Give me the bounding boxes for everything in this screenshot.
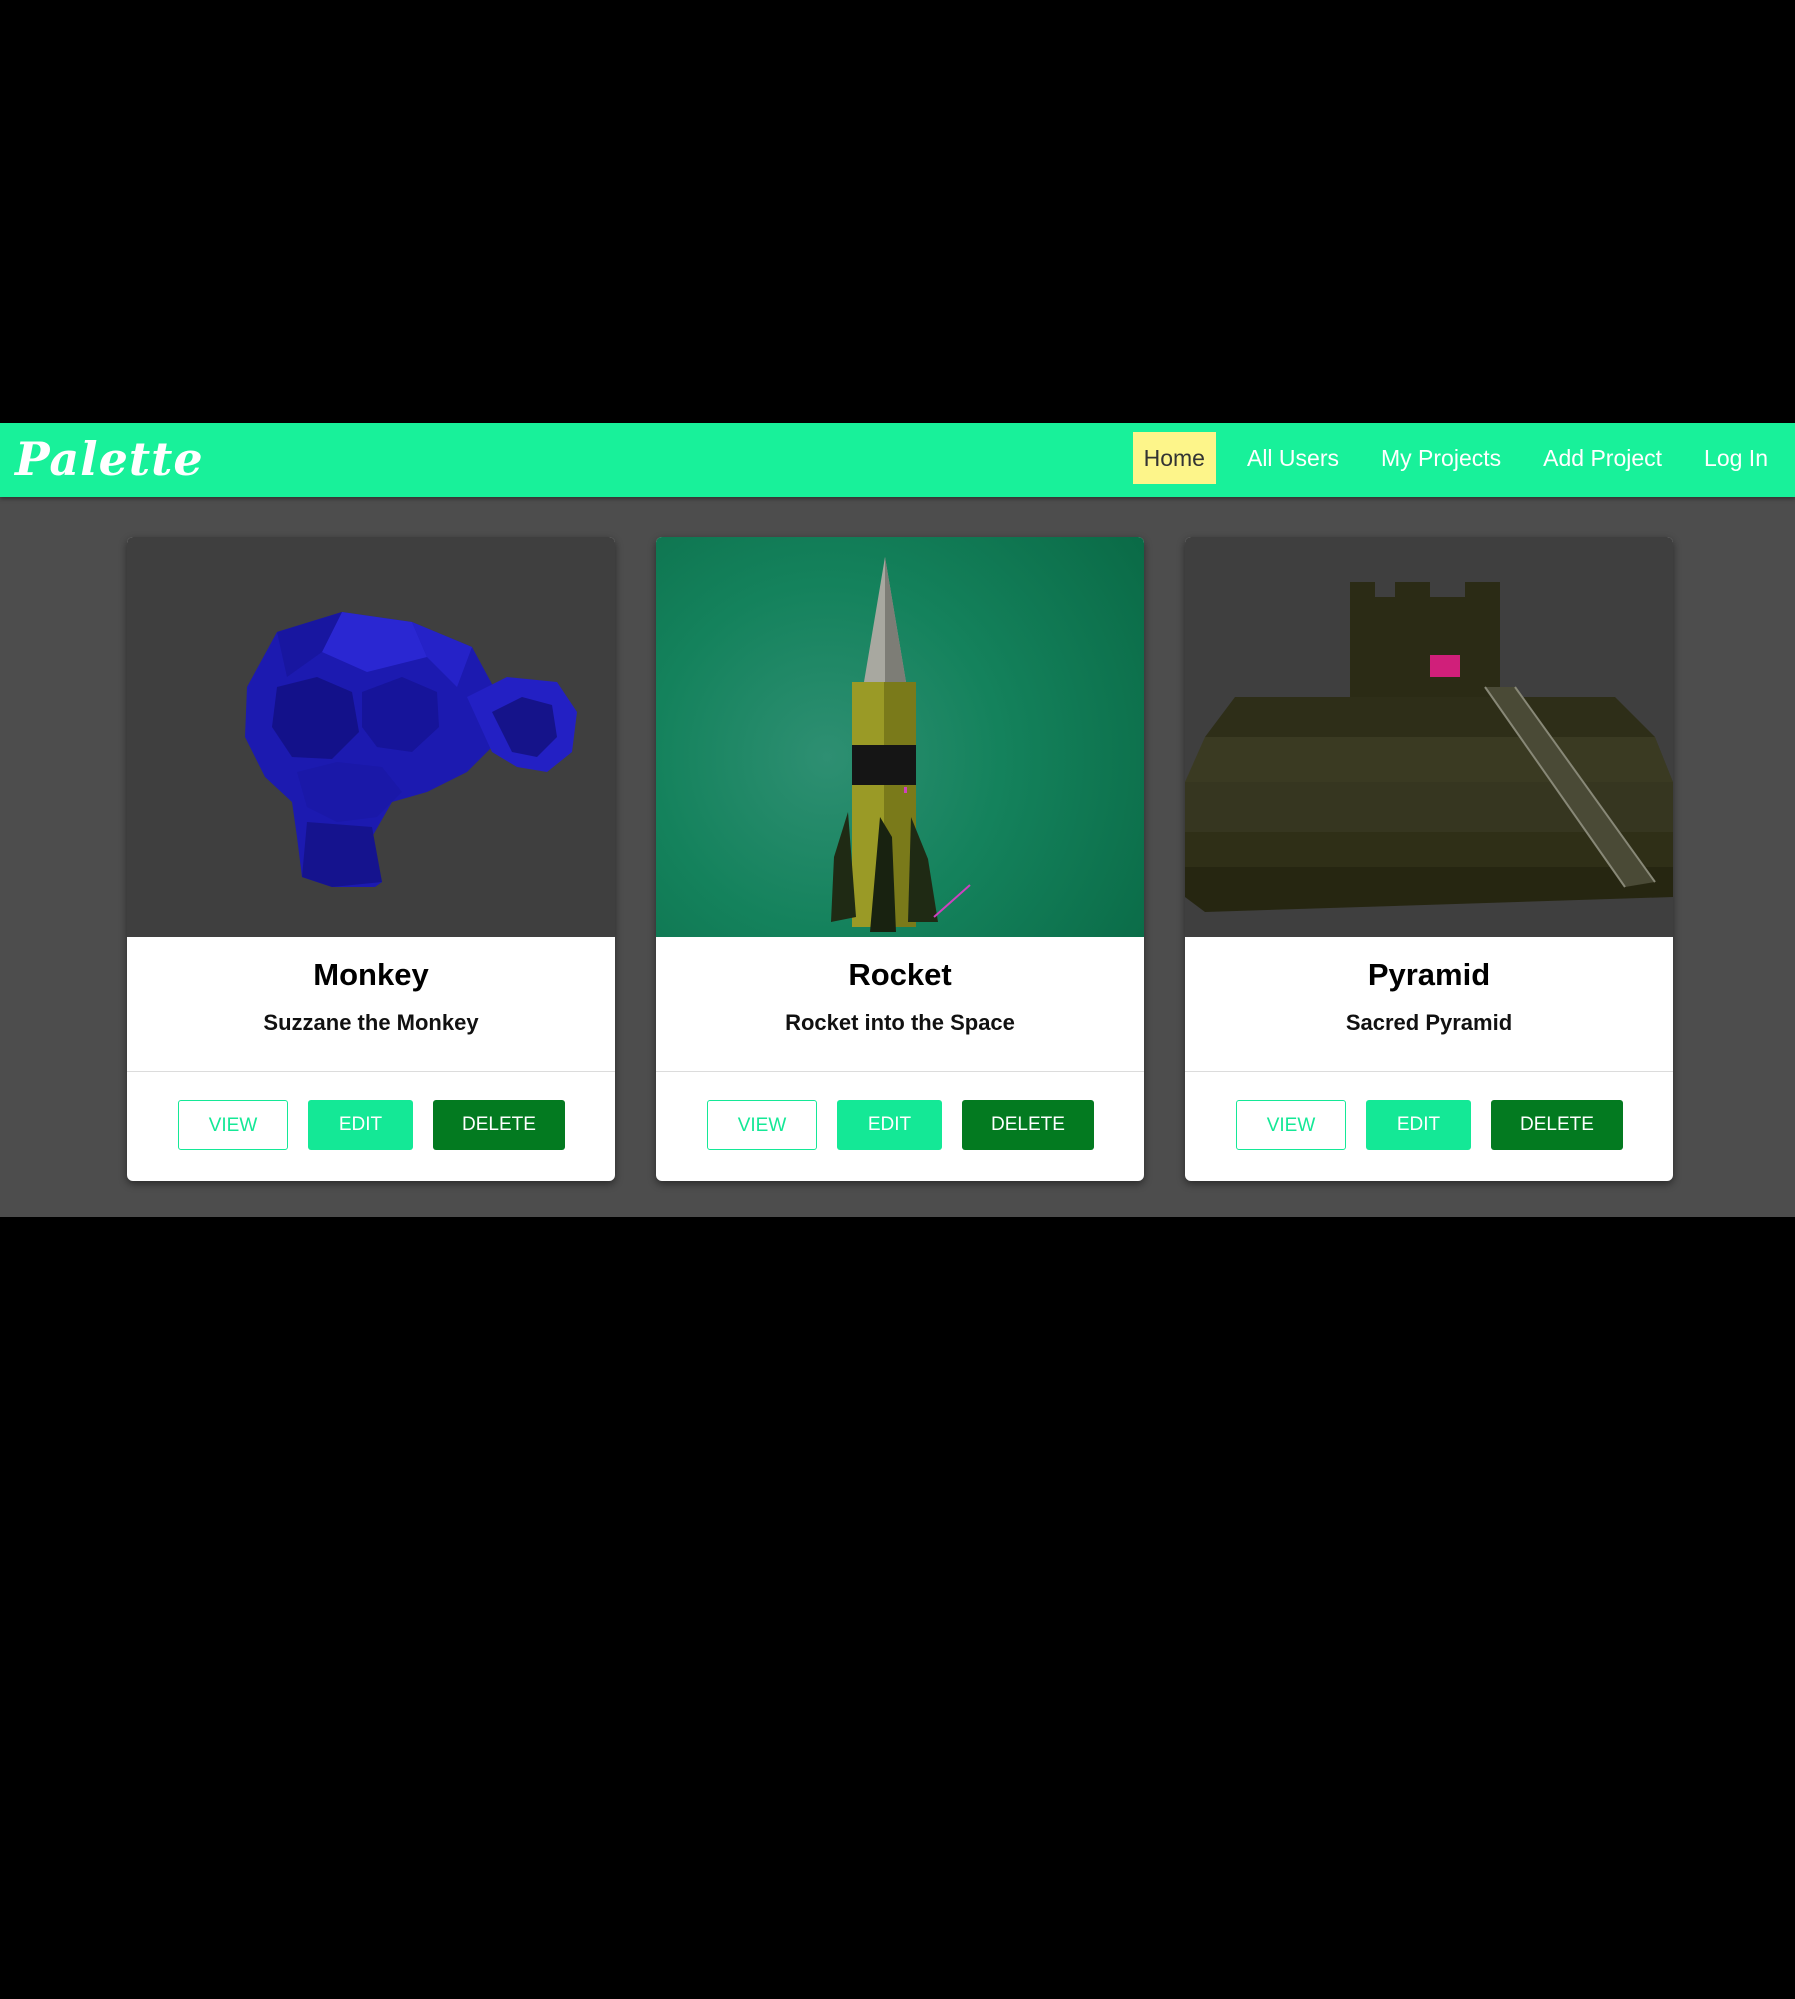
card-title: Pyramid [1367, 957, 1491, 992]
project-card-grid: Monkey Suzzane the Monkey VIEW EDIT DELE… [127, 537, 1673, 1183]
pyramid-crenel-shape [1395, 582, 1430, 602]
pyramid-tier-shape [1185, 867, 1673, 912]
card-body: Rocket Rocket into the Space [656, 937, 1144, 1071]
monkey-render-image [245, 612, 577, 887]
project-image-rocket[interactable] [656, 537, 1144, 937]
nav-link-home[interactable]: Home [1132, 432, 1216, 484]
nav-link-my-projects[interactable]: My Projects [1370, 432, 1512, 484]
project-image-monkey[interactable] [127, 537, 615, 937]
card-subtitle: Rocket into the Space [785, 1010, 1015, 1035]
nav-link-all-users[interactable]: All Users [1236, 432, 1350, 484]
rocket-mark-shape [933, 884, 971, 918]
card-actions: VIEW EDIT DELETE [127, 1100, 615, 1150]
card-subtitle: Suzzane the Monkey [263, 1010, 479, 1035]
rocket-fin-shape [908, 817, 938, 922]
card-body: Pyramid Sacred Pyramid [1185, 937, 1673, 1071]
delete-button[interactable]: DELETE [962, 1100, 1094, 1150]
project-image-pyramid[interactable] [1185, 537, 1673, 937]
card-divider [656, 1071, 1144, 1072]
card-divider [127, 1071, 615, 1072]
project-card: Rocket Rocket into the Space VIEW EDIT D… [656, 537, 1144, 1181]
app-page: Palette Home All Users My Projects Add P… [0, 423, 1795, 1217]
pyramid-render-image [1185, 582, 1673, 912]
delete-button[interactable]: DELETE [1491, 1100, 1623, 1150]
navbar: Palette Home All Users My Projects Add P… [0, 423, 1795, 497]
nav-link-add-project[interactable]: Add Project [1532, 432, 1673, 484]
view-button[interactable]: VIEW [178, 1100, 288, 1150]
card-subtitle: Sacred Pyramid [1345, 1010, 1513, 1035]
monkey-neck-shape [302, 822, 382, 887]
edit-button[interactable]: EDIT [837, 1100, 942, 1150]
rocket-nose-shading-shape [885, 557, 906, 682]
view-button[interactable]: VIEW [707, 1100, 817, 1150]
card-divider [1185, 1071, 1673, 1072]
delete-button[interactable]: DELETE [433, 1100, 565, 1150]
pyramid-tower-shape [1350, 597, 1500, 697]
edit-button[interactable]: EDIT [1366, 1100, 1471, 1150]
view-button[interactable]: VIEW [1236, 1100, 1346, 1150]
rocket-mark-shape [904, 787, 907, 793]
project-card: Monkey Suzzane the Monkey VIEW EDIT DELE… [127, 537, 615, 1181]
pyramid-crenel-shape [1465, 582, 1500, 602]
pyramid-crenel-shape [1350, 582, 1375, 602]
card-title: Monkey [313, 957, 429, 992]
edit-button[interactable]: EDIT [308, 1100, 413, 1150]
card-body: Monkey Suzzane the Monkey [127, 937, 615, 1071]
pyramid-tier-shape [1205, 697, 1655, 737]
pyramid-doorway-shape [1430, 655, 1460, 677]
project-card: Pyramid Sacred Pyramid VIEW EDIT DELETE [1185, 537, 1673, 1181]
card-actions: VIEW EDIT DELETE [656, 1100, 1144, 1150]
nav-links: Home All Users My Projects Add Project L… [1113, 432, 1779, 484]
rocket-render-image [831, 557, 971, 932]
card-actions: VIEW EDIT DELETE [1185, 1100, 1673, 1150]
brand-logo[interactable]: Palette [15, 429, 204, 489]
pyramid-tier-shape [1185, 737, 1673, 782]
card-title: Rocket [848, 957, 952, 992]
nav-link-log-in[interactable]: Log In [1693, 432, 1779, 484]
rocket-band-shape [852, 745, 916, 785]
